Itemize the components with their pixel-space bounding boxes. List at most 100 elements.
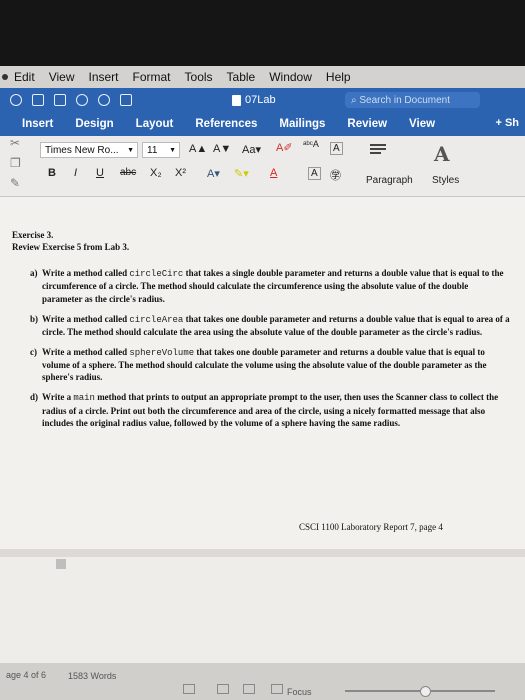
list-item: b) Write a method called circleArea that… — [12, 313, 510, 338]
print-icon[interactable] — [120, 94, 132, 106]
outline-view-icon[interactable] — [217, 684, 229, 694]
item-label: c) — [30, 346, 37, 357]
menu-bar: Edit View Insert Format Tools Table Wind… — [0, 66, 525, 88]
save-icon[interactable] — [54, 94, 66, 106]
strikethrough-icon[interactable]: abc — [120, 167, 136, 178]
format-painter-icon[interactable]: ✎ — [10, 176, 20, 190]
phonetic-guide-icon[interactable]: ᵃᵇᶜA — [303, 139, 319, 149]
menu-format[interactable]: Format — [133, 70, 171, 84]
tab-mailings[interactable]: Mailings — [279, 118, 325, 130]
document-title-text: 07Lab — [245, 94, 276, 106]
clipboard-group: ✂ ❐ ✎ — [4, 136, 28, 196]
grow-font-icon[interactable]: A▲ — [189, 143, 207, 155]
tab-layout[interactable]: Layout — [136, 118, 174, 130]
zoom-slider-thumb[interactable] — [420, 686, 431, 697]
focus-mode-icon[interactable] — [271, 684, 283, 694]
superscript-icon[interactable]: X² — [175, 167, 186, 179]
print-layout-icon[interactable] — [243, 684, 255, 694]
exercise-title: Exercise 3. — [12, 230, 54, 240]
styles-group-label[interactable]: Styles — [432, 175, 459, 186]
item-text-pre: Write a method called — [42, 313, 130, 324]
list-item: c) Write a method called sphereVolume th… — [12, 346, 510, 383]
next-page[interactable] — [0, 557, 525, 663]
menu-help[interactable]: Help — [326, 70, 351, 84]
styles-icon[interactable]: A — [434, 142, 450, 166]
cut-icon[interactable]: ✂ — [10, 136, 20, 150]
chevron-down-icon: ▼ — [127, 146, 134, 154]
redo-icon[interactable] — [98, 94, 110, 106]
draft-view-icon[interactable] — [183, 684, 195, 694]
focus-button[interactable]: Focus — [287, 687, 312, 697]
undo-icon[interactable] — [76, 94, 88, 106]
font-name-value: Times New Ro... — [45, 144, 119, 156]
italic-icon[interactable]: I — [74, 167, 77, 179]
word-count[interactable]: 1583 Words — [68, 671, 116, 681]
tab-review[interactable]: Review — [347, 118, 387, 130]
item-label: a) — [30, 268, 38, 279]
list-item: d) Write a main method that prints to ou… — [12, 391, 510, 428]
share-button-label: Sh — [504, 117, 519, 129]
font-name-select[interactable]: Times New Ro... ▼ — [40, 142, 138, 158]
item-code: sphereVolume — [129, 347, 195, 358]
highlight-icon[interactable]: ✎▾ — [234, 167, 249, 180]
item-text-pre: Write a method called — [42, 268, 130, 279]
paragraph-group-label[interactable]: Paragraph — [366, 175, 413, 186]
chevron-down-icon: ▼ — [169, 146, 176, 154]
menu-window[interactable]: Window — [269, 70, 312, 84]
item-code: circleCirc — [129, 269, 184, 280]
underline-icon[interactable]: U — [96, 167, 104, 179]
page-footer: CSCI 1100 Laboratory Report 7, page 4 — [299, 522, 443, 532]
font-size-value: 11 — [147, 144, 158, 156]
text-cursor-icon — [56, 559, 66, 569]
item-text-pre: Write a method called — [42, 346, 130, 357]
menu-edit[interactable]: Edit — [14, 70, 35, 84]
copy-icon[interactable]: ❐ — [10, 156, 21, 170]
tab-references[interactable]: References — [195, 118, 257, 130]
tab-design[interactable]: Design — [75, 118, 113, 130]
menu-insert[interactable]: Insert — [88, 70, 118, 84]
add-person-icon: + — [495, 117, 502, 129]
page-divider — [0, 549, 525, 557]
clear-formatting-icon[interactable]: A✐ — [276, 141, 293, 154]
document-area: Exercise 3. Review Exercise 5 from Lab 3… — [0, 197, 525, 663]
item-text-pre: Write a — [42, 392, 74, 403]
item-label: d) — [30, 392, 39, 403]
ribbon-toolbar: ✂ ❐ ✎ Times New Ro... ▼ 11 ▼ A▲ A▼ Aa▾ A… — [0, 136, 525, 197]
search-placeholder: Search in Document — [359, 94, 450, 106]
page-count[interactable]: age 4 of 6 — [6, 670, 46, 680]
shrink-font-icon[interactable]: A▼ — [213, 143, 231, 155]
screen-bezel — [0, 0, 525, 66]
item-code: main — [73, 393, 95, 404]
share-button[interactable]: + Sh — [495, 117, 519, 129]
item-text-post: method that prints to output an appropri… — [42, 392, 499, 428]
item-label: b) — [30, 313, 39, 324]
tab-view[interactable]: View — [409, 118, 435, 130]
status-bar: age 4 of 6 1583 Words Focus — [0, 663, 525, 700]
document-title: 07Lab — [232, 94, 276, 106]
title-bar: 07Lab ⌕ Search in Document — [0, 88, 525, 112]
menu-table[interactable]: Table — [227, 70, 256, 84]
window-control-icon[interactable] — [10, 94, 22, 106]
item-code: circleArea — [129, 314, 184, 325]
text-effects-icon[interactable]: A▾ — [207, 167, 220, 180]
search-icon: ⌕ — [351, 94, 360, 106]
enclose-characters-icon[interactable]: ㊫ — [330, 167, 341, 183]
font-size-select[interactable]: 11 ▼ — [142, 142, 180, 158]
subscript-icon[interactable]: X₂ — [150, 167, 162, 179]
character-shading-icon[interactable]: A — [308, 167, 321, 180]
document-page: Exercise 3. Review Exercise 5 from Lab 3… — [0, 197, 525, 549]
apple-menu-icon[interactable] — [2, 74, 8, 80]
character-border-icon[interactable]: A — [330, 142, 343, 155]
sidebar-icon[interactable] — [32, 94, 44, 106]
word-document-icon — [232, 94, 241, 106]
document-body[interactable]: Exercise 3. Review Exercise 5 from Lab 3… — [12, 229, 510, 437]
search-input[interactable]: ⌕ Search in Document — [345, 92, 480, 108]
list-item: a) Write a method called circleCirc that… — [12, 267, 510, 304]
tab-insert[interactable]: Insert — [22, 118, 53, 130]
menu-tools[interactable]: Tools — [185, 70, 213, 84]
font-color-icon[interactable]: A — [270, 167, 277, 179]
menu-view[interactable]: View — [49, 70, 75, 84]
bold-icon[interactable]: B — [48, 167, 56, 179]
paragraph-align-icon[interactable] — [370, 144, 386, 158]
change-case-icon[interactable]: Aa▾ — [242, 143, 261, 156]
